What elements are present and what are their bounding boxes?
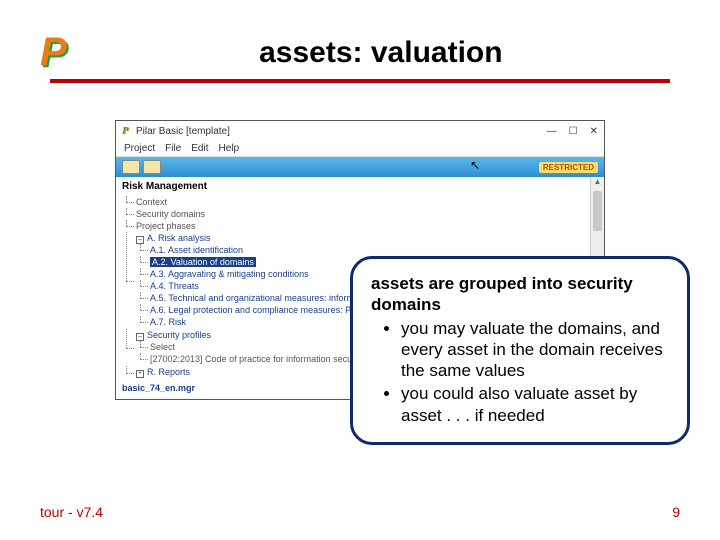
scroll-up-icon[interactable]: ▲ xyxy=(591,177,604,189)
status-filename: basic_74_en.mgr xyxy=(122,383,195,393)
toolbar-left xyxy=(122,160,161,174)
tree-label: [27002:2013] Code of practice for inform… xyxy=(150,354,364,364)
tree-label: A.6. Legal protection and compliance mea… xyxy=(150,305,371,315)
open-folder-icon[interactable] xyxy=(122,160,140,174)
page-number: 9 xyxy=(672,504,680,520)
tree-label: A.1. Asset identification xyxy=(150,245,243,255)
toolbar: RESTRICTED xyxy=(116,157,604,177)
maximize-button[interactable]: ☐ xyxy=(569,126,578,137)
restricted-badge: RESTRICTED xyxy=(539,162,598,173)
tree-label: A.4. Threats xyxy=(150,281,199,291)
menu-help[interactable]: Help xyxy=(218,143,239,154)
tree-item-context[interactable]: Context xyxy=(136,196,584,208)
expand-icon[interactable]: + xyxy=(136,370,144,378)
tree-label: Security domains xyxy=(136,209,205,219)
callout-lead: assets are grouped into security domains xyxy=(371,273,669,316)
close-button[interactable]: ✕ xyxy=(590,126,598,137)
tree-label: Context xyxy=(136,197,167,207)
tree-label: R. Reports xyxy=(147,367,190,377)
callout-list: you may valuate the domains, and every a… xyxy=(371,318,669,426)
menu-project[interactable]: Project xyxy=(124,143,155,154)
tree-label: Security profiles xyxy=(147,330,211,340)
logo-front: P xyxy=(40,30,67,74)
tree-label: A. Risk analysis xyxy=(147,233,211,243)
window-title: Pilar Basic [template] xyxy=(136,126,543,137)
tree-root[interactable]: Risk Management xyxy=(122,181,584,192)
collapse-icon[interactable]: – xyxy=(136,333,144,341)
logo-p-icon: P P xyxy=(40,30,67,75)
minimize-button[interactable]: — xyxy=(547,126,557,137)
tree-label: A.3. Aggravating & mitigating conditions xyxy=(150,269,309,279)
callout-bubble: assets are grouped into security domains… xyxy=(350,256,690,445)
tree-item-security-domains[interactable]: Security domains xyxy=(136,208,584,220)
slide-title: assets: valuation xyxy=(82,36,680,70)
footer-version: tour - v7.4 xyxy=(40,504,103,520)
scroll-thumb[interactable] xyxy=(593,191,602,231)
tree-label: Project phases xyxy=(136,221,196,231)
menu-edit[interactable]: Edit xyxy=(191,143,208,154)
tree-label: Select xyxy=(150,342,175,352)
save-icon[interactable] xyxy=(143,160,161,174)
titlebar: PP Pilar Basic [template] — ☐ ✕ xyxy=(116,121,604,141)
app-icon: PP xyxy=(122,126,132,136)
callout-bullet: you may valuate the domains, and every a… xyxy=(401,318,669,382)
tree-item-project-phases[interactable]: Project phases xyxy=(136,220,584,232)
tree-label: A.5. Technical and organizational measur… xyxy=(150,293,361,303)
collapse-icon[interactable]: – xyxy=(136,236,144,244)
tree-label-selected: A.2. Valuation of domains xyxy=(150,257,256,267)
callout-bullet: you could also valuate asset by asset . … xyxy=(401,383,669,426)
title-row: P P assets: valuation xyxy=(40,30,680,75)
title-underline xyxy=(50,79,670,83)
window-controls: — ☐ ✕ xyxy=(547,126,598,137)
menu-file[interactable]: File xyxy=(165,143,181,154)
tree-item-a1[interactable]: A.1. Asset identification xyxy=(150,244,584,256)
tree-label: A.7. Risk xyxy=(150,317,186,327)
slide: P P assets: valuation PP Pilar Basic [te… xyxy=(0,0,720,540)
menubar: Project File Edit Help xyxy=(116,141,604,157)
